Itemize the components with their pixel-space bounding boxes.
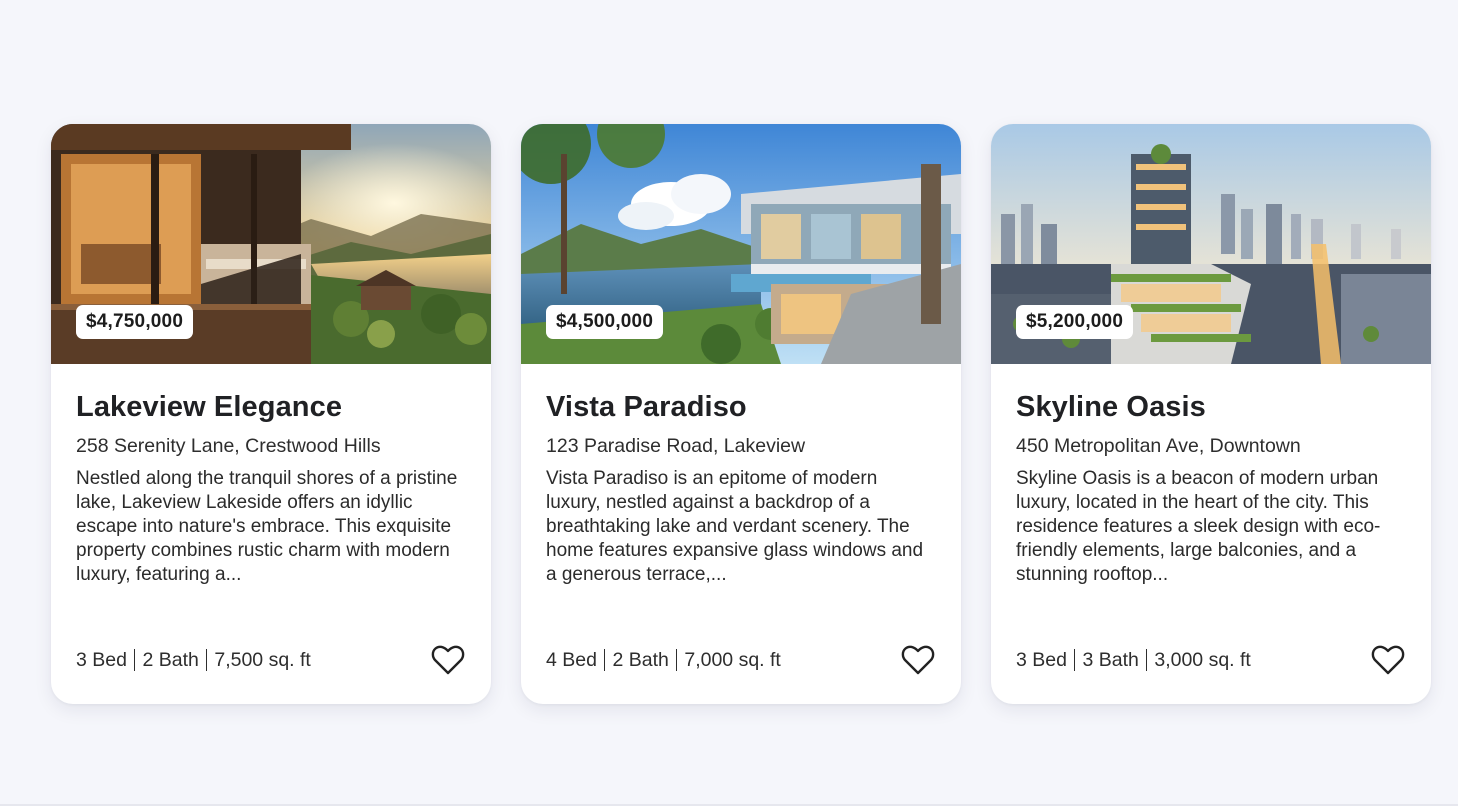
property-description: Nestled along the tranquil shores of a p… (76, 468, 458, 585)
spec-divider (133, 649, 136, 671)
card-body: Vista Paradiso 123 Paradise Road, Lakevi… (546, 390, 936, 587)
heart-icon (431, 645, 465, 675)
property-photo[interactable]: $4,500,000 (521, 124, 961, 364)
card-body: Skyline Oasis 450 Metropolitan Ave, Down… (1016, 390, 1406, 587)
card-footer: 3 Bed 2 Bath 7,500 sq. ft (76, 640, 466, 680)
favorite-button[interactable] (430, 642, 466, 678)
property-address: 258 Serenity Lane, Crestwood Hills (76, 435, 381, 457)
area-size: 7,000 sq. ft (684, 648, 781, 671)
property-photo[interactable]: $5,200,000 (991, 124, 1431, 364)
baths-count: 3 Bath (1082, 648, 1139, 671)
spec-divider (205, 649, 208, 671)
property-description: Skyline Oasis is a beacon of modern urba… (1016, 468, 1381, 585)
property-address: 450 Metropolitan Ave, Downtown (1016, 435, 1301, 457)
card-body: Lakeview Elegance 258 Serenity Lane, Cre… (76, 390, 466, 587)
property-photo[interactable]: $4,750,000 (51, 124, 491, 364)
baths-count: 2 Bath (142, 648, 199, 671)
price-badge: $4,500,000 (546, 305, 664, 339)
spec-divider (1145, 649, 1148, 671)
spec-divider (1073, 649, 1076, 671)
property-card-skyline-oasis[interactable]: $5,200,000 Skyline Oasis 450 Metropolita… (991, 124, 1431, 704)
price-badge: $5,200,000 (1016, 305, 1134, 339)
heart-icon (1371, 645, 1405, 675)
property-title[interactable]: Vista Paradiso (546, 390, 936, 424)
area-size: 3,000 sq. ft (1154, 648, 1251, 671)
beds-count: 3 Bed (1016, 648, 1067, 671)
card-footer: 3 Bed 3 Bath 3,000 sq. ft (1016, 640, 1406, 680)
property-address: 123 Paradise Road, Lakeview (546, 435, 806, 457)
spec-divider (603, 649, 606, 671)
property-description: Vista Paradiso is an epitome of modern l… (546, 468, 924, 585)
heart-icon (901, 645, 935, 675)
spec-divider (675, 649, 678, 671)
beds-count: 4 Bed (546, 648, 597, 671)
beds-count: 3 Bed (76, 648, 127, 671)
baths-count: 2 Bath (612, 648, 669, 671)
price-badge: $4,750,000 (76, 305, 194, 339)
property-specs: 4 Bed 2 Bath 7,000 sq. ft (546, 649, 781, 672)
favorite-button[interactable] (900, 642, 936, 678)
card-footer: 4 Bed 2 Bath 7,000 sq. ft (546, 640, 936, 680)
area-size: 7,500 sq. ft (214, 648, 311, 671)
property-specs: 3 Bed 2 Bath 7,500 sq. ft (76, 649, 311, 672)
listings-page: $4,750,000 Lakeview Elegance 258 Serenit… (0, 0, 1458, 806)
property-card-lakeview-elegance[interactable]: $4,750,000 Lakeview Elegance 258 Serenit… (51, 124, 491, 704)
property-title[interactable]: Skyline Oasis (1016, 390, 1406, 424)
property-title[interactable]: Lakeview Elegance (76, 390, 466, 424)
favorite-button[interactable] (1370, 642, 1406, 678)
property-card-vista-paradiso[interactable]: $4,500,000 Vista Paradiso 123 Paradise R… (521, 124, 961, 704)
property-specs: 3 Bed 3 Bath 3,000 sq. ft (1016, 649, 1251, 672)
